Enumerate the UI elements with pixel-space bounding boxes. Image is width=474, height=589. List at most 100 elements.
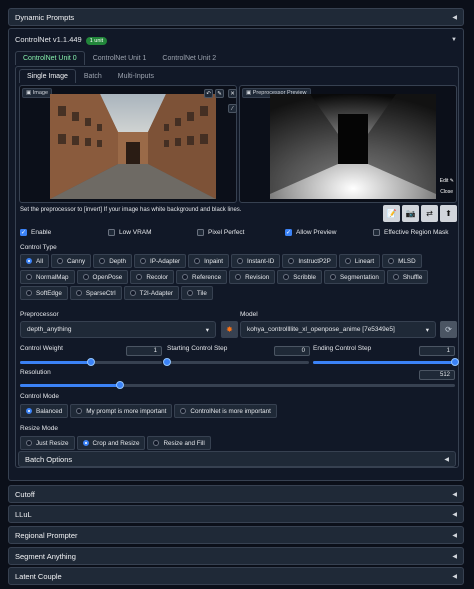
preview-edit-button[interactable]: Edit ✎ — [440, 178, 454, 184]
radio-dot — [136, 274, 143, 280]
pixel-perfect-checkbox[interactable]: Pixel Perfect — [197, 229, 245, 236]
tab-single-image[interactable]: Single Image — [19, 69, 76, 83]
model-select[interactable]: kohya_controllllite_xl_openpose_anime [7… — [240, 321, 436, 338]
preprocessor-select[interactable]: depth_anything ▾ — [20, 321, 216, 338]
control-type-shuffle[interactable]: Shuffle — [386, 270, 429, 284]
expand-icon: ◀ — [452, 553, 457, 560]
control-type-softedge[interactable]: SoftEdge — [20, 286, 68, 300]
effective-region-mask-checkbox[interactable]: Effective Region Mask — [373, 229, 449, 236]
radio-dot — [26, 258, 32, 264]
control-type-instant-id[interactable]: Instant-ID — [231, 254, 281, 268]
resize-mode-group: Just Resize Crop and Resize Resize and F… — [20, 436, 211, 450]
start-step-input[interactable]: 0 — [274, 346, 310, 356]
radio-dot — [237, 258, 244, 264]
radio-dot — [186, 290, 193, 296]
radio-dot — [288, 258, 295, 264]
control-weight-slider[interactable] — [20, 358, 162, 366]
controlnet-panel: ControlNet v1.1.449 1 unit ▼ ControlNet U… — [8, 28, 464, 481]
brush-tool-button[interactable]: ⁄ — [228, 104, 237, 113]
start-step-slider[interactable] — [163, 358, 309, 366]
allow-preview-checkbox[interactable]: ✓ Allow Preview — [285, 229, 336, 236]
tab-unit-1[interactable]: ControlNet Unit 1 — [85, 51, 155, 65]
unit-0-body: Single Image Batch Multi-Inputs ▣ Image — [15, 66, 459, 468]
low-vram-checkbox[interactable]: Low VRAM — [108, 229, 152, 236]
resolution-slider[interactable] — [20, 381, 455, 389]
remove-image-button[interactable]: ✕ — [228, 89, 237, 98]
run-preprocessor-button[interactable]: ✸ — [221, 321, 238, 338]
control-mode-balanced[interactable]: Balanced — [20, 404, 69, 418]
control-mode-controlnet[interactable]: ControlNet is more important — [174, 404, 277, 418]
control-mode-prompt[interactable]: My prompt is more important — [70, 404, 173, 418]
expand-icon: ◀ — [452, 511, 457, 518]
control-type-mlsd[interactable]: MLSD — [382, 254, 422, 268]
check-icon: ✓ — [285, 229, 292, 236]
radio-dot — [26, 274, 32, 280]
control-type-tile[interactable]: Tile — [180, 286, 213, 300]
tab-multi-inputs[interactable]: Multi-Inputs — [110, 69, 162, 83]
enable-checkbox[interactable]: ✓ Enable — [20, 229, 51, 236]
control-type-openpose[interactable]: OpenPose — [76, 270, 129, 284]
swap-button[interactable]: ⇄ — [421, 205, 438, 222]
radio-dot — [283, 274, 290, 280]
refresh-models-button[interactable]: ⟳ — [440, 321, 457, 338]
radio-dot — [82, 274, 89, 280]
control-type-canny[interactable]: Canny — [51, 254, 92, 268]
control-type-depth[interactable]: Depth — [93, 254, 133, 268]
end-step-slider[interactable] — [313, 358, 459, 366]
segment-anything-title: Segment Anything — [15, 551, 76, 561]
controlnet-header[interactable]: ControlNet v1.1.449 1 unit ▼ — [15, 35, 457, 45]
preview-close-button[interactable]: Close — [440, 189, 453, 195]
control-type-all[interactable]: All — [20, 254, 49, 268]
batch-options-section[interactable]: Batch Options ◀ — [18, 451, 456, 467]
camera-button[interactable]: 📷 — [402, 205, 419, 222]
control-type-revision[interactable]: Revision — [229, 270, 276, 284]
radio-dot — [235, 274, 242, 280]
edit-image-button[interactable]: ✎ — [215, 89, 224, 98]
segment-anything-section[interactable]: Segment Anything ◀ — [8, 547, 464, 565]
resolution-input[interactable]: 512 — [419, 370, 455, 380]
control-type-instructp2p[interactable]: InstructP2P — [282, 254, 337, 268]
dropdown-arrow-icon: ▾ — [205, 326, 209, 334]
dynamic-prompts-section[interactable]: Dynamic Prompts ◀ — [8, 8, 464, 26]
llul-title: LLuL — [15, 509, 32, 519]
control-type-reference[interactable]: Reference — [176, 270, 228, 284]
control-type-t2i-adapter[interactable]: T2I-Adapter — [123, 286, 179, 300]
slider-handle[interactable] — [451, 358, 459, 366]
radio-dot — [26, 290, 32, 296]
control-mode-group: Balanced My prompt is more important Con… — [20, 404, 277, 418]
dropdown-arrow-icon: ▾ — [425, 326, 429, 334]
image-input[interactable]: ▣ Image ↶ ✎ ✕ ⁄ — [19, 85, 237, 203]
control-type-normalmap[interactable]: NormalMap — [20, 270, 75, 284]
tab-unit-0[interactable]: ControlNet Unit 0 — [15, 51, 85, 65]
dynamic-prompts-title: Dynamic Prompts — [15, 12, 75, 22]
slider-handle[interactable] — [116, 381, 125, 389]
control-type-segmentation[interactable]: Segmentation — [323, 270, 385, 284]
slider-handle[interactable] — [87, 358, 95, 366]
resize-mode-crop-and-resize[interactable]: Crop and Resize — [76, 436, 146, 450]
resize-mode-just-resize[interactable]: Just Resize — [20, 436, 75, 450]
llul-section[interactable]: LLuL ◀ — [8, 505, 464, 523]
control-type-inpaint[interactable]: Inpaint — [188, 254, 230, 268]
radio-dot — [75, 290, 82, 296]
control-type-recolor[interactable]: Recolor — [130, 270, 175, 284]
tab-batch[interactable]: Batch — [76, 69, 110, 83]
control-type-sparsectrl[interactable]: SparseCtrl — [69, 286, 122, 300]
control-weight-label: Control Weight — [20, 345, 63, 352]
upload-button[interactable]: 📝 — [383, 205, 400, 222]
collapse-icon: ▼ — [451, 36, 457, 43]
resize-mode-resize-and-fill[interactable]: Resize and Fill — [147, 436, 211, 450]
control-type-lineart[interactable]: Lineart — [338, 254, 381, 268]
cutoff-section[interactable]: Cutoff ◀ — [8, 485, 464, 503]
regional-prompter-section[interactable]: Regional Prompter ◀ — [8, 526, 464, 544]
control-type-scribble[interactable]: Scribble — [277, 270, 322, 284]
end-step-input[interactable]: 1 — [419, 346, 455, 356]
latent-couple-section[interactable]: Latent Couple ◀ — [8, 567, 464, 585]
control-type-ip-adapter[interactable]: IP-Adapter — [134, 254, 187, 268]
tab-unit-2[interactable]: ControlNet Unit 2 — [154, 51, 224, 65]
send-dimensions-button[interactable]: ⬆ — [440, 205, 457, 222]
control-weight-input[interactable]: 1 — [126, 346, 162, 356]
expand-icon: ◀ — [452, 573, 457, 580]
undo-button[interactable]: ↶ — [204, 89, 213, 98]
end-step-label: Ending Control Step — [313, 345, 372, 352]
slider-handle[interactable] — [163, 358, 171, 366]
